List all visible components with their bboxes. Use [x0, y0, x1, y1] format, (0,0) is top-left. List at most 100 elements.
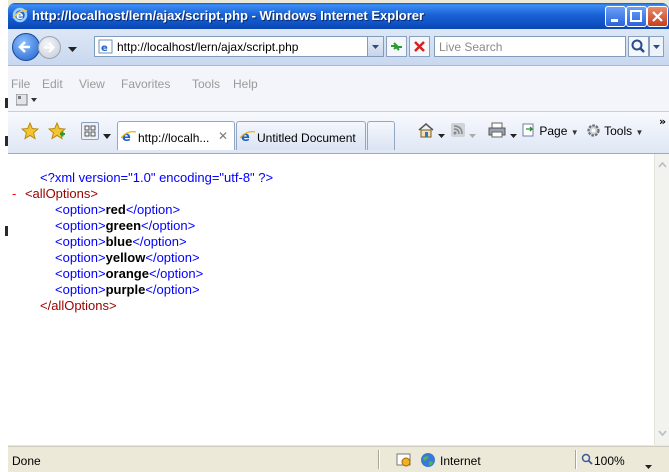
scroll-up-icon	[658, 161, 667, 168]
refresh-button[interactable]	[386, 36, 407, 57]
zoom-icon	[581, 453, 593, 468]
window-title: http://localhost/lern/ajax/script.php - …	[32, 8, 425, 23]
arrow-right-icon	[44, 42, 56, 53]
search-options-dropdown[interactable]	[649, 36, 664, 57]
background-desktop-strip	[0, 0, 8, 472]
tab-label: Untitled Document	[257, 131, 356, 145]
tab-command-bar: e http://localh... ✕ e Untitled Document…	[8, 112, 669, 154]
protected-mode-icon[interactable]	[396, 452, 412, 470]
ie-logo-icon: e	[12, 7, 28, 23]
address-bar[interactable]: e http://localhost/lern/ajax/script.php	[94, 36, 384, 57]
print-button[interactable]	[488, 122, 506, 141]
maximize-button[interactable]	[626, 6, 647, 27]
tools-menu-label: Tools	[604, 124, 633, 138]
xml-option-line: <option>green</option>	[55, 218, 196, 233]
printer-icon	[488, 122, 506, 138]
chevron-down-icon	[645, 465, 652, 469]
page-menu-button[interactable]: Page ▼	[522, 123, 579, 138]
ie-page-icon: e	[239, 129, 256, 146]
menu-file[interactable]: File	[11, 77, 30, 91]
chevron-down-icon	[469, 134, 476, 138]
close-icon	[652, 11, 663, 22]
option-value: blue	[105, 234, 133, 249]
menu-edit[interactable]: Edit	[42, 77, 63, 91]
feeds-button[interactable]	[450, 122, 466, 141]
recent-pages-dropdown[interactable]	[68, 43, 77, 56]
xml-option-line: <option>red</option>	[55, 202, 181, 217]
chevron-down-icon	[438, 134, 445, 138]
chevron-down-icon	[510, 134, 517, 138]
xml-root-open: <allOptions>	[24, 186, 98, 201]
menu-view[interactable]: View	[79, 77, 105, 91]
internet-zone-icon	[420, 452, 436, 471]
xml-option-line: <option>orange</option>	[55, 266, 204, 281]
tab-untitled-document[interactable]: e Untitled Document	[236, 121, 366, 150]
minimize-button[interactable]	[605, 6, 626, 27]
search-box[interactable]: Live Search	[434, 36, 626, 57]
browser-window: e http://localhost/lern/ajax/script.php …	[0, 0, 669, 472]
option-value: purple	[105, 282, 146, 297]
close-window-button[interactable]	[647, 6, 668, 27]
back-button[interactable]	[12, 33, 40, 61]
toolbar-toggle-button[interactable]	[15, 93, 38, 109]
security-zone-label[interactable]: Internet	[440, 454, 481, 468]
star-icon	[20, 121, 40, 140]
magnifier-icon	[631, 39, 645, 53]
rss-feed-icon	[451, 123, 465, 137]
home-icon	[418, 123, 434, 138]
chevron-down-icon	[372, 45, 379, 49]
title-bar[interactable]: e http://localhost/lern/ajax/script.php …	[8, 3, 669, 29]
status-bar: Done Internet 100%	[8, 446, 669, 472]
menu-tools[interactable]: Tools	[192, 77, 220, 91]
close-tab-icon[interactable]: ✕	[218, 129, 228, 143]
page-menu-icon	[522, 123, 534, 137]
xml-option-line: <option>blue</option>	[55, 234, 187, 249]
tab-script-php[interactable]: e http://localh... ✕	[117, 121, 235, 150]
gear-icon	[587, 124, 600, 137]
zoom-dropdown[interactable]	[645, 459, 652, 472]
xml-declaration: <?xml version="1.0" encoding="utf-8" ?>	[40, 170, 274, 185]
home-button[interactable]	[417, 121, 435, 142]
minimize-icon	[611, 19, 618, 22]
xml-option-line: <option>purple</option>	[55, 282, 200, 297]
page-menu-label: Page	[539, 124, 568, 138]
refresh-icon	[391, 42, 402, 51]
tab-label: http://localh...	[138, 131, 210, 145]
vertical-scrollbar[interactable]	[654, 154, 669, 445]
forward-button[interactable]	[38, 36, 61, 59]
menu-help[interactable]: Help	[233, 77, 258, 91]
chevron-down-icon	[68, 47, 77, 52]
add-star-icon	[47, 121, 67, 140]
collapse-toggle[interactable]: -	[12, 186, 16, 201]
option-value: green	[105, 218, 142, 233]
search-placeholder[interactable]: Live Search	[439, 40, 502, 54]
tools-menu-button[interactable]: Tools ▼	[586, 123, 643, 138]
xml-root-close: </allOptions>	[40, 298, 117, 313]
address-text[interactable]: http://localhost/lern/ajax/script.php	[117, 40, 298, 54]
ie-page-icon: e	[120, 129, 137, 146]
svg-text:e: e	[101, 43, 108, 54]
chevron-overflow-icon[interactable]: »	[659, 115, 666, 128]
option-value: red	[105, 202, 126, 217]
tab-list-dropdown[interactable]	[103, 129, 111, 142]
home-dropdown[interactable]	[438, 128, 445, 141]
favorites-center-button[interactable]	[20, 121, 40, 143]
quick-tabs-button[interactable]	[81, 122, 99, 140]
print-dropdown[interactable]	[510, 128, 517, 141]
grid-icon	[84, 125, 96, 137]
layout-icon	[15, 93, 37, 106]
xml-option-line: <option>yellow</option>	[55, 250, 200, 265]
zoom-level[interactable]: 100%	[594, 454, 625, 468]
scroll-down-icon	[658, 430, 667, 437]
address-dropdown-button[interactable]	[367, 36, 384, 57]
feeds-dropdown[interactable]	[469, 128, 476, 141]
maximize-icon	[630, 10, 642, 22]
navigation-bar: e http://localhost/lern/ajax/script.php …	[8, 29, 669, 66]
new-tab-button[interactable]	[367, 121, 395, 150]
status-text: Done	[12, 454, 41, 468]
option-value: yellow	[105, 250, 146, 265]
stop-button[interactable]	[409, 36, 430, 57]
menu-favorites[interactable]: Favorites	[121, 77, 170, 91]
add-favorite-button[interactable]	[47, 121, 67, 143]
search-button[interactable]	[628, 36, 649, 57]
